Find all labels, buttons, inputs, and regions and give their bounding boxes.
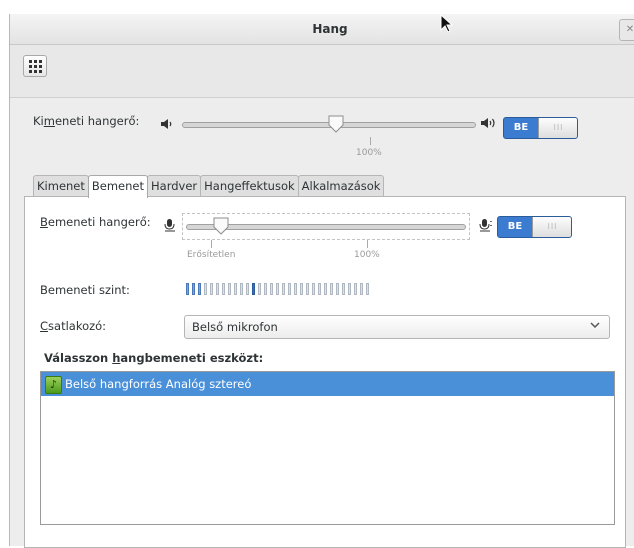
output-volume-label: Kimeneti hangerő: [33, 114, 140, 128]
level-segment [324, 283, 327, 295]
output-switch-on-label: BE [513, 122, 529, 133]
window-title: Hang [312, 22, 348, 36]
close-icon[interactable]: ✕ [619, 19, 634, 41]
level-segment [276, 283, 279, 295]
level-segment [252, 283, 255, 295]
tab-output[interactable]: Kimenet [33, 175, 89, 196]
device-name: Belső hangforrás Analóg sztereó [65, 377, 252, 391]
input-device-list[interactable]: ♪ Belső hangforrás Analóg sztereó [40, 371, 615, 525]
microphone-low-icon [163, 218, 177, 235]
tab-applications[interactable]: Alkalmazások [297, 175, 385, 196]
level-segment [336, 283, 339, 295]
toolbar [10, 45, 634, 98]
level-segment [264, 283, 267, 295]
level-segment [186, 283, 189, 295]
level-segment [228, 283, 231, 295]
input-tick-100 [367, 240, 368, 248]
level-segment [318, 283, 321, 295]
level-segment [246, 283, 249, 295]
grid-menu-icon[interactable] [23, 55, 47, 77]
level-segment [204, 283, 207, 295]
speaker-high-icon [480, 117, 498, 132]
device-list-heading: Válasszon hangbemeneti eszközt: [44, 351, 264, 365]
level-segment [234, 283, 237, 295]
speaker-low-icon [160, 118, 174, 133]
level-segment [222, 283, 225, 295]
output-switch-knob[interactable]: III [538, 118, 577, 138]
tab-hardware[interactable]: Hardver [147, 175, 202, 196]
input-switch-knob[interactable]: III [532, 217, 571, 237]
input-tick-unamplified [211, 240, 212, 248]
output-mute-switch[interactable]: BE III [503, 117, 578, 139]
tab-input[interactable]: Bemenet [87, 175, 149, 198]
input-level-label: Bemeneti szint: [40, 283, 130, 297]
chevron-down-icon [589, 319, 601, 334]
microphone-high-icon [478, 218, 494, 235]
level-segment [312, 283, 315, 295]
input-volume-label: Bemeneti hangerő: [40, 215, 151, 229]
mouse-pointer-icon [440, 13, 454, 37]
level-segment [300, 283, 303, 295]
titlebar[interactable]: Hang ✕ [10, 14, 634, 45]
output-tick-100-label: 100% [356, 148, 382, 158]
input-mute-switch[interactable]: BE III [497, 216, 572, 238]
level-segment [306, 283, 309, 295]
level-segment [330, 283, 333, 295]
level-segment [240, 283, 243, 295]
tab-bar: Kimenet Bemenet Hardver Hangeffektusok A… [33, 175, 385, 198]
list-item[interactable]: ♪ Belső hangforrás Analóg sztereó [41, 372, 614, 396]
level-segment [210, 283, 213, 295]
connector-value: Belső mikrofon [192, 320, 278, 334]
level-segment [216, 283, 219, 295]
input-switch-on-label: BE [507, 221, 523, 232]
output-volume-slider-thumb[interactable] [328, 115, 344, 133]
level-segment [288, 283, 291, 295]
input-tick-100-label: 100% [354, 250, 380, 260]
level-segment [282, 283, 285, 295]
level-segment [360, 283, 363, 295]
level-segment [342, 283, 345, 295]
input-volume-slider-thumb[interactable] [213, 217, 229, 235]
connector-label: Csatlakozó: [40, 319, 107, 333]
level-segment [294, 283, 297, 295]
level-segment [192, 283, 195, 295]
level-segment [354, 283, 357, 295]
output-tick-100 [370, 137, 371, 145]
input-tick-unamplified-label: Erősítetlen [187, 250, 236, 260]
input-level-meter [186, 283, 369, 295]
tab-sound-effects[interactable]: Hangeffektusok [200, 175, 299, 196]
level-segment [198, 283, 201, 295]
level-segment [258, 283, 261, 295]
level-segment [270, 283, 273, 295]
audio-card-icon: ♪ [45, 376, 62, 394]
level-segment [366, 283, 369, 295]
level-segment [348, 283, 351, 295]
connector-select[interactable]: Belső mikrofon [184, 315, 610, 339]
